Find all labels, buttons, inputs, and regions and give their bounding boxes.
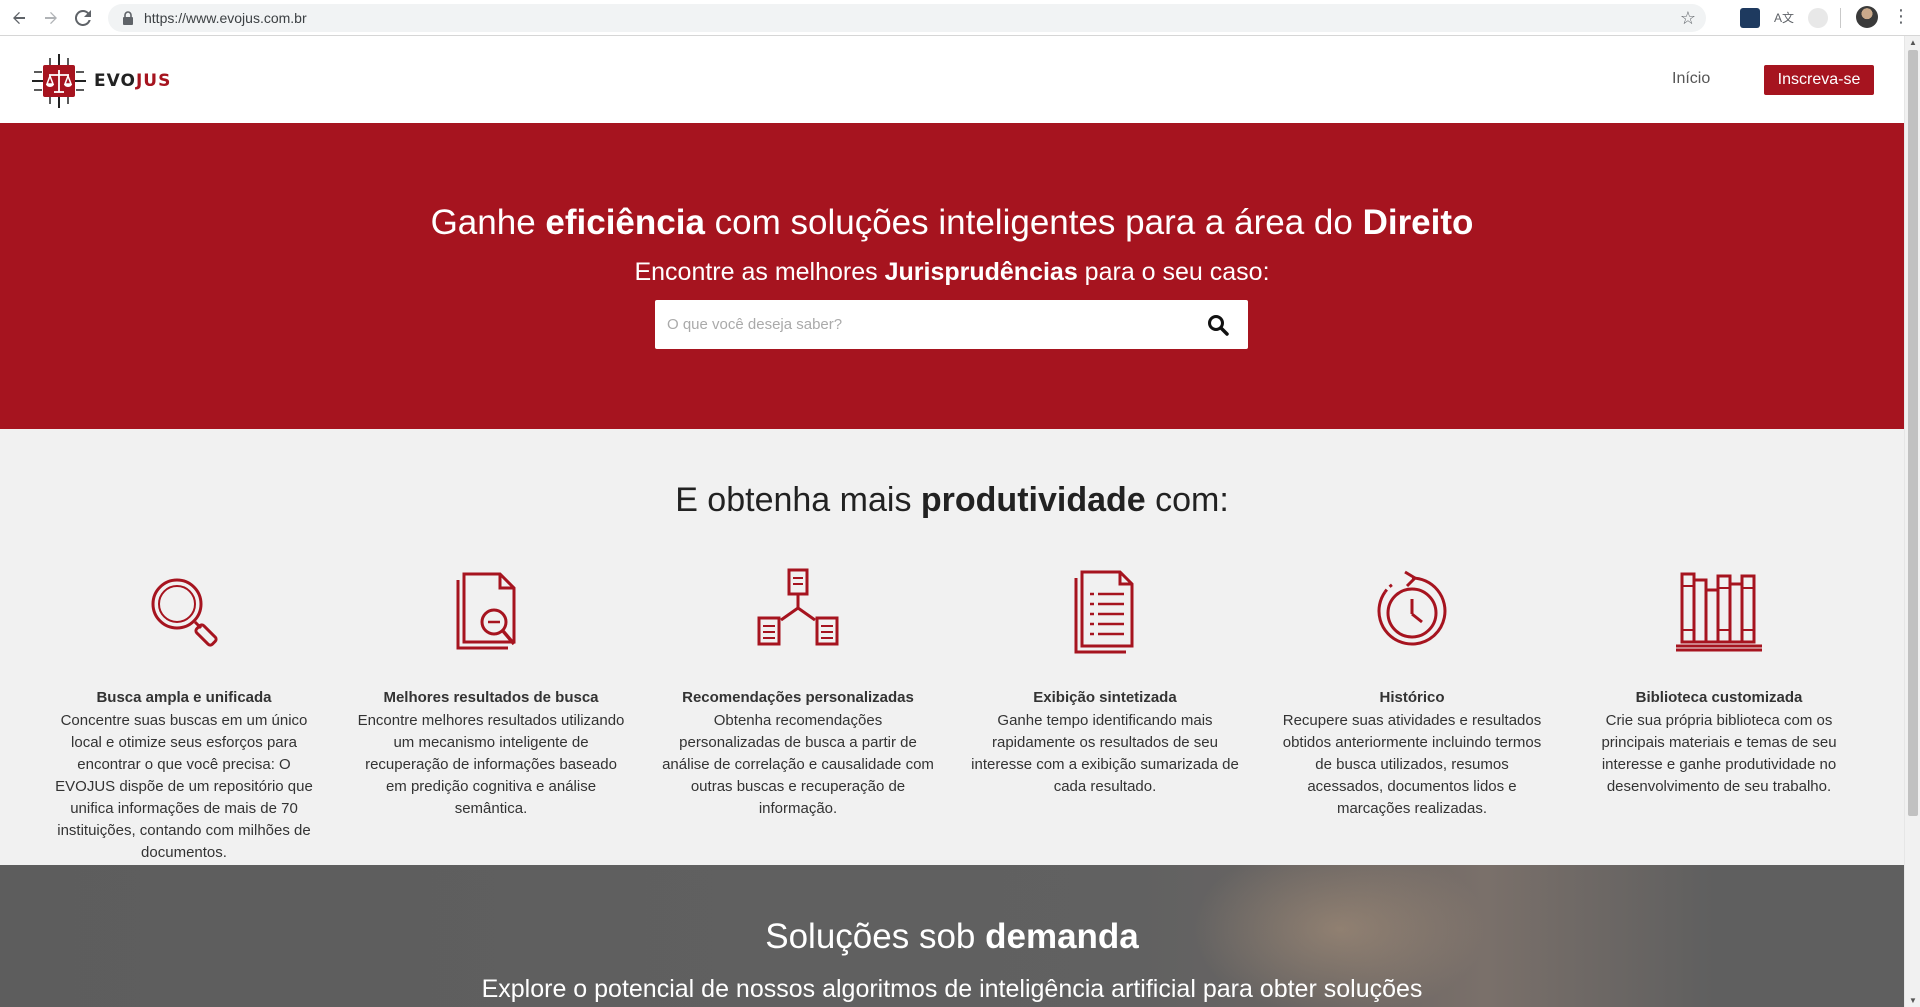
browser-menu-icon[interactable]: ⋮ (1892, 6, 1910, 27)
hero-section: Ganhe eficiência com soluções inteligent… (0, 123, 1904, 429)
back-icon[interactable] (6, 5, 32, 31)
bookmark-star-icon[interactable]: ☆ (1680, 8, 1696, 29)
feature-title: Melhores resultados de busca (383, 689, 599, 706)
feature-description: Encontre melhores resultados utilizando … (357, 712, 625, 817)
feature-card: Histórico Recupere suas atividades e res… (1276, 566, 1548, 820)
profile-avatar[interactable] (1856, 6, 1878, 28)
reload-icon[interactable] (70, 5, 96, 31)
feature-card: Exibição sintetizada Ganhe tempo identif… (969, 566, 1241, 798)
feature-description: Concentre suas buscas em um único local … (55, 712, 313, 861)
feature-description: Crie sua própria biblioteca com os princ… (1601, 712, 1837, 795)
scrollbar-thumb[interactable] (1908, 50, 1918, 816)
features-section: E obtenha mais produtividade com: Busca … (0, 429, 1904, 865)
toolbar-divider (1840, 8, 1841, 28)
feature-title: Recomendações personalizadas (682, 689, 914, 706)
hero-subheadline: Encontre as melhores Jurisprudências par… (634, 258, 1270, 286)
feature-description: Ganhe tempo identificando mais rapidamen… (971, 712, 1239, 795)
feature-title: Biblioteca customizada (1635, 689, 1803, 706)
address-url[interactable]: https://www.evojus.com.br (144, 10, 307, 26)
document-network-icon (757, 568, 839, 646)
feature-card: Busca ampla e unificada Concentre suas b… (48, 566, 320, 864)
search-box (655, 300, 1248, 349)
library-books-icon (1676, 572, 1762, 652)
translate-extension-icon[interactable]: A文 (1774, 8, 1794, 28)
extension-icon[interactable] (1808, 8, 1828, 28)
feature-card: Recomendações personalizadas Obtenha rec… (662, 566, 934, 820)
scroll-down-arrow-icon[interactable]: ▼ (1909, 996, 1917, 1005)
browser-toolbar: https://www.evojus.com.br ☆ A文 ⋮ (0, 0, 1920, 36)
solutions-heading: Soluções sob demanda (765, 917, 1139, 956)
feature-card: Biblioteca customizada Crie sua própria … (1583, 566, 1855, 798)
scales-chip-logo-icon (32, 54, 86, 108)
solutions-subtext: Explore o potencial de nossos algoritmos… (481, 975, 1423, 1003)
feature-title: Histórico (1379, 689, 1445, 706)
logo-wordmark: EVOJUS (94, 71, 172, 91)
document-list-icon (1074, 570, 1134, 654)
lock-icon (123, 11, 133, 25)
evojus-logo[interactable]: EVOJUS (30, 52, 171, 110)
document-search-icon (456, 572, 516, 650)
hero-headline: Ganhe eficiência com soluções inteligent… (430, 203, 1474, 242)
features-heading: E obtenha mais produtividade com: (675, 481, 1229, 519)
page-scrollbar[interactable]: ▲ ▼ (1904, 36, 1920, 1007)
history-clock-icon (1377, 570, 1447, 646)
search-input[interactable] (655, 300, 1175, 349)
solutions-section: Soluções sob demanda Explore o potencial… (0, 865, 1904, 1007)
extension-icon[interactable] (1740, 8, 1760, 28)
forward-icon[interactable] (38, 5, 64, 31)
scroll-up-arrow-icon[interactable]: ▲ (1909, 38, 1917, 47)
nav-link-home[interactable]: Início (1672, 70, 1710, 88)
site-header: EVOJUS Início Inscreva-se (0, 36, 1904, 123)
feature-title: Exibição sintetizada (1033, 689, 1177, 706)
feature-title: Busca ampla e unificada (96, 689, 272, 706)
address-bar[interactable]: https://www.evojus.com.br ☆ (108, 4, 1706, 32)
feature-description: Recupere suas atividades e resultados ob… (1282, 712, 1542, 817)
feature-description: Obtenha recomendações personalizadas de … (662, 712, 934, 817)
magnifier-icon (151, 578, 218, 647)
signup-button[interactable]: Inscreva-se (1764, 65, 1874, 95)
search-icon[interactable] (1206, 313, 1230, 337)
feature-card: Melhores resultados de busca Encontre me… (355, 566, 627, 820)
